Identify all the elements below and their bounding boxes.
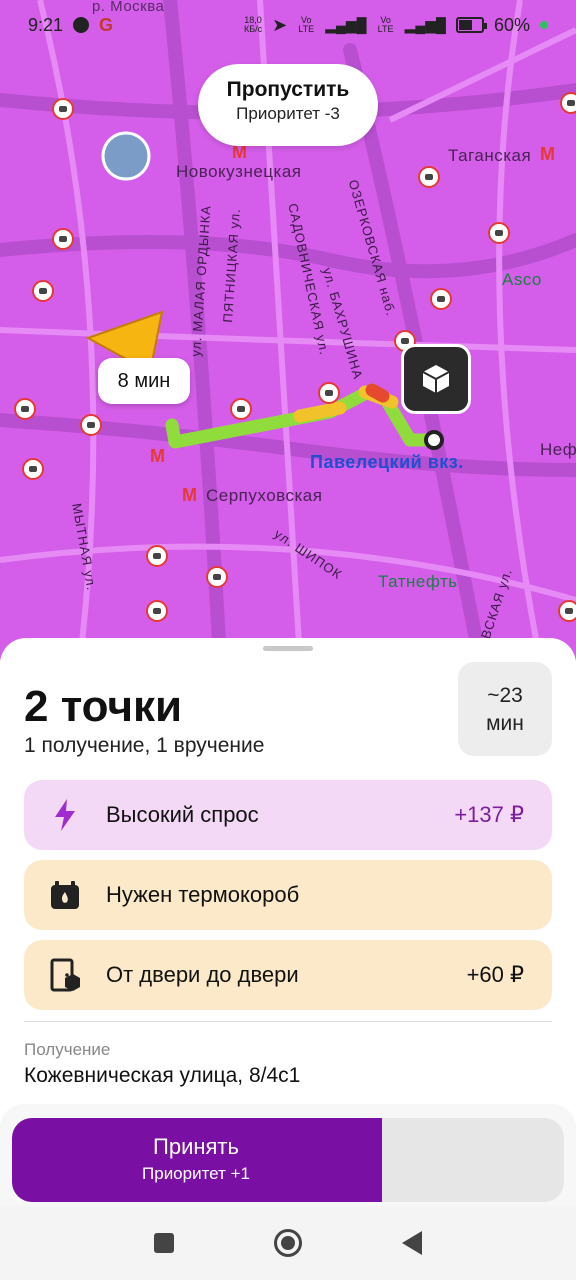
app-notification-icon xyxy=(73,17,90,33)
map-label-nef: Неф xyxy=(540,440,576,459)
points-subtitle: 1 получение, 1 вручение xyxy=(24,734,265,757)
door-package-icon xyxy=(48,958,82,992)
map-label-taganskaya: Таганская xyxy=(448,146,532,165)
camera-icon xyxy=(560,92,576,114)
metro-icon: М xyxy=(150,446,165,466)
accept-title: Принять xyxy=(153,1134,239,1159)
camera-icon xyxy=(80,414,102,436)
home-button[interactable] xyxy=(274,1229,302,1257)
back-button[interactable] xyxy=(402,1231,422,1255)
place-photo-avatar xyxy=(101,131,151,181)
time-estimate: ~23 мин xyxy=(458,662,552,756)
thermobox-label: Нужен термокороб xyxy=(106,882,300,907)
door-to-door-label: От двери до двери xyxy=(106,962,299,987)
battery-percent: 60% xyxy=(493,14,530,35)
camera-icon xyxy=(14,398,36,420)
camera-icon xyxy=(146,600,168,622)
map-view[interactable]: М М М М р. Москва Новокузнецкая Таганска… xyxy=(0,0,576,660)
pickup-address: Кожевническая улица, 8/4с1 xyxy=(24,1064,301,1087)
skip-button[interactable]: Пропустить Приоритет -3 xyxy=(198,64,378,146)
destination-dot xyxy=(424,430,444,450)
volte-icon: Vo LTE xyxy=(298,15,315,34)
lightning-icon xyxy=(48,798,82,832)
door-to-door-bonus: +60 ₽ xyxy=(466,962,524,987)
thermobox-chip[interactable]: Нужен термокороб xyxy=(24,860,552,930)
camera-icon xyxy=(558,600,576,622)
camera-icon xyxy=(230,398,252,420)
google-icon: G xyxy=(99,14,114,35)
camera-icon xyxy=(52,98,74,120)
camera-icon xyxy=(32,280,54,302)
status-bar: 9:21 G 18,0 КБ/с ➤ Vo LTE ▂▄▆█ Vo LTE ▂▄… xyxy=(0,0,576,50)
points-title: 2 точки xyxy=(24,682,183,731)
map-label-serpukhovskaya: Серпуховская xyxy=(206,486,323,505)
recent-apps-button[interactable] xyxy=(154,1233,174,1253)
camera-icon xyxy=(418,166,440,188)
signal-icon: ▂▄▆█ xyxy=(404,16,446,33)
pickup-marker[interactable] xyxy=(401,344,471,414)
door-to-door-chip[interactable]: От двери до двери +60 ₽ xyxy=(24,940,552,1010)
system-nav-bar xyxy=(0,1206,576,1280)
map-label-asco: Asco xyxy=(502,270,542,289)
privacy-indicator xyxy=(540,21,548,29)
thermobox-icon xyxy=(48,878,82,912)
camera-icon xyxy=(430,288,452,310)
metro-icon: М xyxy=(182,485,197,505)
accept-priority: Приоритет +1 xyxy=(142,1164,250,1183)
eta-bubble: 8 мин xyxy=(98,358,190,404)
high-demand-chip[interactable]: Высокий спрос +137 ₽ xyxy=(24,780,552,850)
metro-icon: М xyxy=(540,144,555,164)
camera-icon xyxy=(318,382,340,404)
skip-priority: Приоритет -3 xyxy=(236,104,340,123)
camera-icon xyxy=(488,222,510,244)
pickup-label: Получение xyxy=(24,1040,111,1059)
sheet-handle[interactable] xyxy=(263,646,313,651)
package-icon xyxy=(422,365,450,393)
map-label-tatneft: Татнефть xyxy=(378,572,458,591)
volte-icon: Vo LTE xyxy=(377,15,394,34)
divider xyxy=(24,1021,552,1022)
status-time: 9:21 xyxy=(28,14,64,35)
location-icon: ➤ xyxy=(272,14,288,35)
signal-icon: ▂▄▆█ xyxy=(325,16,367,33)
high-demand-label: Высокий спрос xyxy=(106,802,259,827)
camera-icon xyxy=(22,458,44,480)
map-label-paveletsky: Павелецкий вкз. xyxy=(310,452,464,472)
order-sheet[interactable]: 2 точки 1 получение, 1 вручение ~23 мин … xyxy=(0,638,576,1280)
accept-area: Принять Приоритет +1 xyxy=(0,1104,576,1214)
net-speed: 18,0 КБ/с xyxy=(243,15,263,34)
map-label-novokuznetskaya: Новокузнецкая xyxy=(176,162,302,181)
high-demand-bonus: +137 ₽ xyxy=(454,802,524,827)
skip-title: Пропустить xyxy=(226,78,350,101)
accept-button[interactable]: Принять Приоритет +1 xyxy=(12,1118,564,1202)
camera-icon xyxy=(146,545,168,567)
camera-icon xyxy=(206,566,228,588)
battery-icon xyxy=(455,17,487,33)
camera-icon xyxy=(52,228,74,250)
